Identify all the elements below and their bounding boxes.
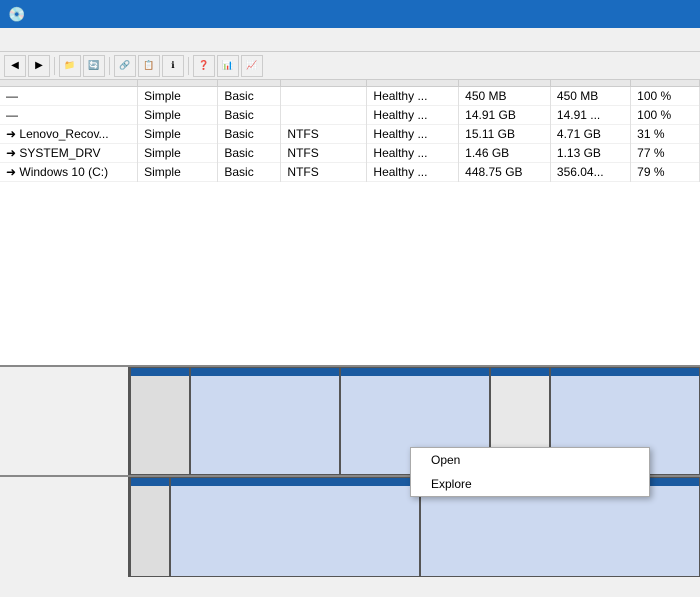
toolbar-help[interactable]: ❓ [193,55,215,77]
cell-1-2: Basic [218,106,281,125]
cell-2-2: Basic [218,125,281,144]
cell-2-6: 4.71 GB [550,125,630,144]
cell-1-1: Simple [138,106,218,125]
cell-2-4: Healthy ... [367,125,459,144]
cell-4-4: Healthy ... [367,163,459,182]
app-icon: 💿 [8,6,25,23]
cell-3-6: 1.13 GB [550,144,630,163]
cell-1-5: 14.91 GB [459,106,551,125]
disk0-system-drv[interactable] [190,367,340,475]
menu-view[interactable] [40,38,56,42]
cell-4-5: 448.75 GB [459,163,551,182]
cell-3-0: ➜ SYSTEM_DRV [0,144,138,163]
menu-help[interactable] [58,38,74,42]
cell-2-5: 15.11 GB [459,125,551,144]
cell-2-1: Simple [138,125,218,144]
toolbar-forward[interactable]: ▶ [28,55,50,77]
cell-1-0: — [0,106,138,125]
cell-4-3: NTFS [281,163,367,182]
cell-2-7: 31 % [631,125,700,144]
cell-0-2: Basic [218,87,281,106]
main-content: —SimpleBasicHealthy ...450 MB450 MB100 %… [0,80,700,597]
toolbar-extra2[interactable]: 📈 [241,55,263,77]
disk0-label [0,367,130,475]
table-area: —SimpleBasicHealthy ...450 MB450 MB100 %… [0,80,700,367]
toolbar-properties[interactable]: ℹ [162,55,184,77]
toolbar-refresh[interactable]: 🔄 [83,55,105,77]
cell-3-1: Simple [138,144,218,163]
menu-bar [0,28,700,52]
cell-0-4: Healthy ... [367,87,459,106]
cell-1-3 [281,106,367,125]
table-row[interactable]: ➜ Lenovo_Recov...SimpleBasicNTFSHealthy … [0,125,700,144]
cell-4-0: ➜ Windows 10 (C:) [0,163,138,182]
context-menu: OpenExplore [410,447,650,497]
cell-2-0: ➜ Lenovo_Recov... [0,125,138,144]
cell-3-4: Healthy ... [367,144,459,163]
table-row[interactable]: ➜ Windows 10 (C:)SimpleBasicNTFSHealthy … [0,163,700,182]
disk1-label [0,477,130,577]
disk1-part0[interactable] [130,477,170,577]
table-row[interactable]: —SimpleBasicHealthy ...450 MB450 MB100 % [0,87,700,106]
cell-0-6: 450 MB [550,87,630,106]
cell-4-7: 79 % [631,163,700,182]
cell-0-7: 100 % [631,87,700,106]
menu-file[interactable] [4,38,20,42]
cell-1-4: Healthy ... [367,106,459,125]
toolbar-up[interactable]: 📁 [59,55,81,77]
disk1-main-partition[interactable] [170,477,420,577]
toolbar-connect[interactable]: 🔗 [114,55,136,77]
cell-0-1: Simple [138,87,218,106]
context-item-open[interactable]: Open [411,448,649,472]
cell-1-7: 100 % [631,106,700,125]
toolbar-settings[interactable]: 📋 [138,55,160,77]
toolbar-back[interactable]: ◀ [4,55,26,77]
disk0-part0[interactable] [130,367,190,475]
cell-2-3: NTFS [281,125,367,144]
cell-3-7: 77 % [631,144,700,163]
cell-0-3 [281,87,367,106]
cell-4-6: 356.04... [550,163,630,182]
cell-0-5: 450 MB [459,87,551,106]
cell-3-3: NTFS [281,144,367,163]
table-row[interactable]: —SimpleBasic Healthy ...14.91 GB14.91 ...… [0,106,700,125]
disk-area: OpenExplore [0,367,700,597]
toolbar-extra[interactable]: 📊 [217,55,239,77]
context-item-explore[interactable]: Explore [411,472,649,496]
cell-4-2: Basic [218,163,281,182]
toolbar: ◀ ▶ 📁 🔄 🔗 📋 ℹ ❓ 📊 📈 [0,52,700,80]
table-row[interactable]: ➜ SYSTEM_DRVSimpleBasicNTFSHealthy ...1.… [0,144,700,163]
volume-table: —SimpleBasicHealthy ...450 MB450 MB100 %… [0,80,700,182]
cell-1-6: 14.91 ... [550,106,630,125]
cell-0-0: — [0,87,138,106]
cell-3-2: Basic [218,144,281,163]
title-bar: 💿 [0,0,700,28]
cell-4-1: Simple [138,163,218,182]
menu-action[interactable] [22,38,38,42]
cell-3-5: 1.46 GB [459,144,551,163]
